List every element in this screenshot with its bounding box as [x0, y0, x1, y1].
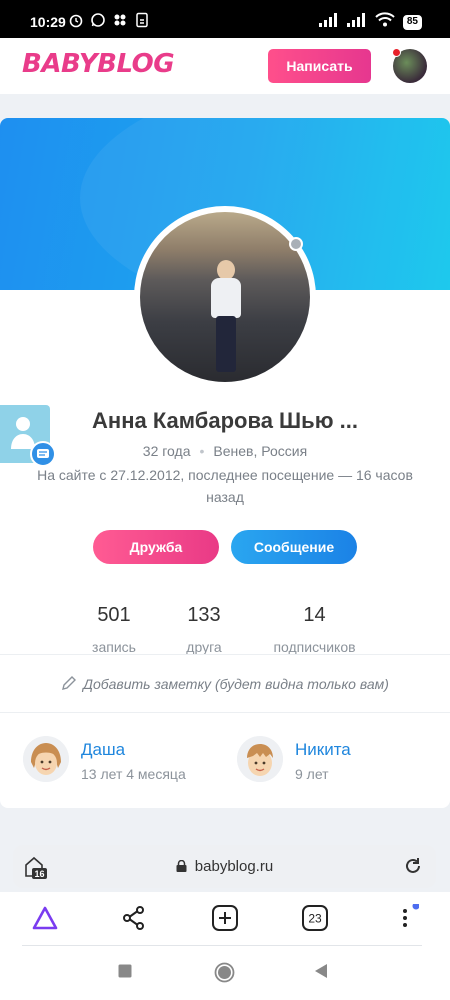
write-button[interactable]: Написать	[268, 49, 371, 83]
whatsapp-icon	[90, 12, 106, 28]
child-name[interactable]: Даша	[81, 740, 125, 760]
address-url[interactable]: babyblog.ru	[13, 858, 436, 875]
child-age: 13 лет 4 месяца	[81, 766, 186, 782]
stat-value: 14	[303, 604, 326, 626]
child-name[interactable]: Никита	[295, 740, 351, 760]
status-system-icons: 85	[318, 12, 422, 32]
profile-location: Венев, Россия	[213, 443, 308, 459]
child-age: 9 лет	[295, 766, 329, 782]
add-note-text: Добавить заметку (будет видна только вам…	[83, 676, 389, 692]
reload-icon[interactable]	[404, 857, 422, 875]
meta-separator: •	[199, 443, 205, 459]
online-status-dot	[289, 237, 303, 251]
battery-indicator: 85	[402, 14, 422, 30]
recent-apps-icon[interactable]	[118, 964, 132, 978]
babyblog-logo[interactable]: BABYBLOG	[22, 49, 175, 79]
stat-value: 133	[187, 604, 221, 626]
child-item-nikita[interactable]: Никита 9 лет	[237, 736, 427, 784]
stat-value: 501	[97, 604, 131, 626]
download-icon	[134, 12, 150, 28]
stat-label: подписчиков	[273, 639, 356, 655]
friend-button[interactable]: Дружба	[93, 530, 219, 564]
add-note-link[interactable]: Добавить заметку (будет видна только вам…	[0, 675, 450, 692]
profile-meta: 32 года • Венев, Россия	[0, 443, 450, 459]
system-navigation-bar	[0, 946, 450, 1000]
message-button[interactable]: Сообщение	[231, 530, 357, 564]
status-bar: 10:29 85	[0, 0, 450, 38]
status-time: 10:29	[30, 14, 66, 30]
signal-icon-2	[346, 12, 367, 32]
lock-icon	[176, 860, 187, 872]
status-notification-icons	[68, 12, 150, 28]
stat-label: запись	[92, 639, 136, 655]
profile-photo-image	[140, 212, 310, 382]
stat-label: друга	[186, 639, 222, 655]
back-icon[interactable]	[314, 964, 328, 978]
signal-icon	[318, 12, 339, 32]
page-background	[0, 808, 450, 844]
more-menu-icon[interactable]	[391, 904, 419, 932]
profile-name: Анна Камбарова Шью ...	[92, 408, 358, 433]
url-text: babyblog.ru	[194, 858, 274, 875]
notification-dot	[392, 48, 401, 57]
app-dots-icon	[112, 12, 128, 28]
profile-card: Анна Камбарова Шью ... 32 года • Венев, Ро…	[0, 118, 450, 808]
profile-photo[interactable]	[134, 206, 316, 388]
tabs-count-icon[interactable]: 23	[301, 904, 329, 932]
child-item-dasha[interactable]: Даша 13 лет 4 месяца	[23, 736, 213, 784]
alarm-icon	[68, 12, 84, 28]
pencil-icon	[62, 676, 77, 690]
wifi-icon	[375, 12, 395, 32]
share-icon[interactable]	[120, 904, 148, 932]
site-header: BABYBLOG Написать	[0, 38, 450, 94]
home-icon[interactable]	[214, 962, 235, 983]
profile-since: На сайте с 27.12.2012, последнее посещен…	[37, 467, 413, 505]
photo-person	[208, 260, 244, 380]
new-tab-icon[interactable]	[211, 904, 239, 932]
tabs-count: 23	[308, 912, 322, 926]
address-bar[interactable]: 16 babyblog.ru	[13, 845, 436, 888]
stat-subscribers[interactable]: 14 подписчиков	[259, 604, 370, 655]
alice-assistant-icon[interactable]	[31, 904, 59, 932]
stat-posts[interactable]: 501 запись	[72, 604, 156, 655]
divider	[0, 712, 450, 713]
browser-toolbar: 23	[0, 892, 450, 946]
divider	[0, 654, 450, 655]
boy-face-icon	[237, 736, 283, 782]
girl-face-icon	[23, 736, 69, 782]
stat-friends[interactable]: 133 друга	[162, 604, 246, 655]
profile-age: 32 года	[142, 443, 191, 459]
